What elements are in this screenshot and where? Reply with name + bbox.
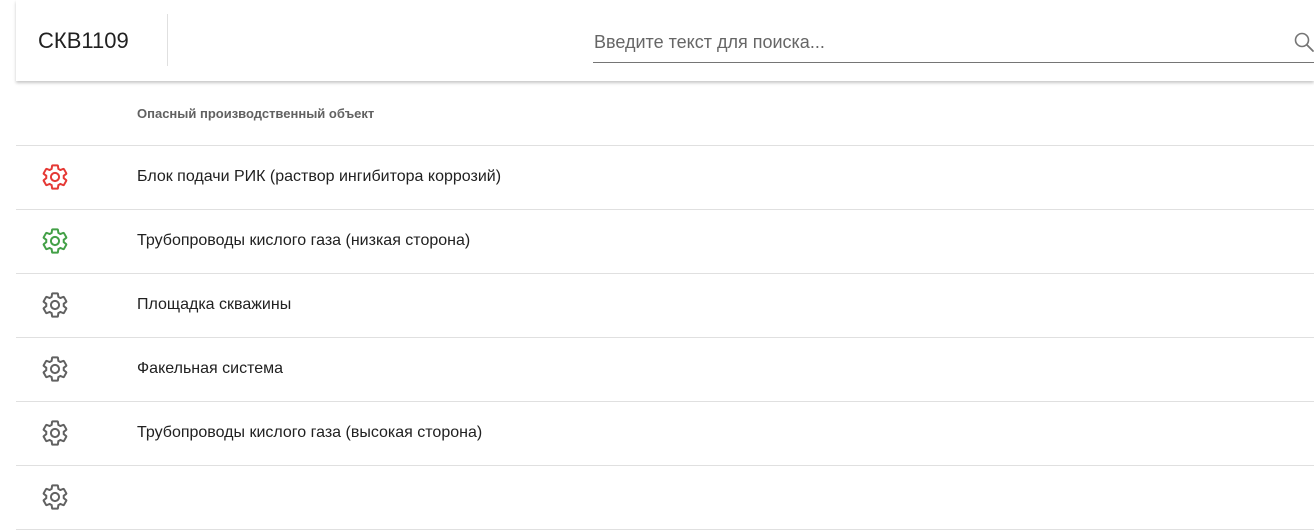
table-row[interactable]: Площадка скважины bbox=[16, 274, 1314, 338]
gear-icon bbox=[41, 355, 69, 383]
table-row[interactable]: Блок подачи РИК (раствор ингибитора корр… bbox=[16, 146, 1314, 210]
gear-icon bbox=[41, 227, 69, 255]
table-row[interactable]: Факельная система bbox=[16, 338, 1314, 402]
table-row[interactable]: Трубопроводы кислого газа (низкая сторон… bbox=[16, 210, 1314, 274]
gear-icon bbox=[41, 291, 69, 319]
table-body: Блок подачи РИК (раствор ингибитора корр… bbox=[16, 146, 1314, 530]
row-label: Блок подачи РИК (раствор ингибитора корр… bbox=[137, 168, 502, 185]
table-row[interactable]: Трубопроводы кислого газа (высокая сторо… bbox=[16, 402, 1314, 466]
toolbar-divider bbox=[167, 14, 168, 66]
row-label: Факельная система bbox=[137, 360, 284, 377]
table-header: Опасный производственный объект bbox=[16, 82, 1314, 146]
row-label: Трубопроводы кислого газа (высокая сторо… bbox=[137, 424, 483, 441]
search-input[interactable] bbox=[593, 22, 1254, 62]
gear-icon bbox=[41, 483, 69, 511]
column-header-object: Опасный производственный объект bbox=[137, 106, 375, 121]
gear-icon bbox=[41, 419, 69, 447]
search-field[interactable] bbox=[593, 22, 1314, 63]
page-title: СКВ1109 bbox=[38, 28, 129, 53]
gear-icon bbox=[41, 163, 69, 191]
top-toolbar: СКВ1109 bbox=[16, 0, 1314, 81]
search-icon[interactable] bbox=[1292, 30, 1314, 54]
table-row[interactable] bbox=[16, 466, 1314, 530]
row-label: Площадка скважины bbox=[137, 296, 292, 313]
objects-table: Опасный производственный объект Блок под… bbox=[16, 82, 1314, 530]
row-label: Трубопроводы кислого газа (низкая сторон… bbox=[137, 232, 471, 249]
